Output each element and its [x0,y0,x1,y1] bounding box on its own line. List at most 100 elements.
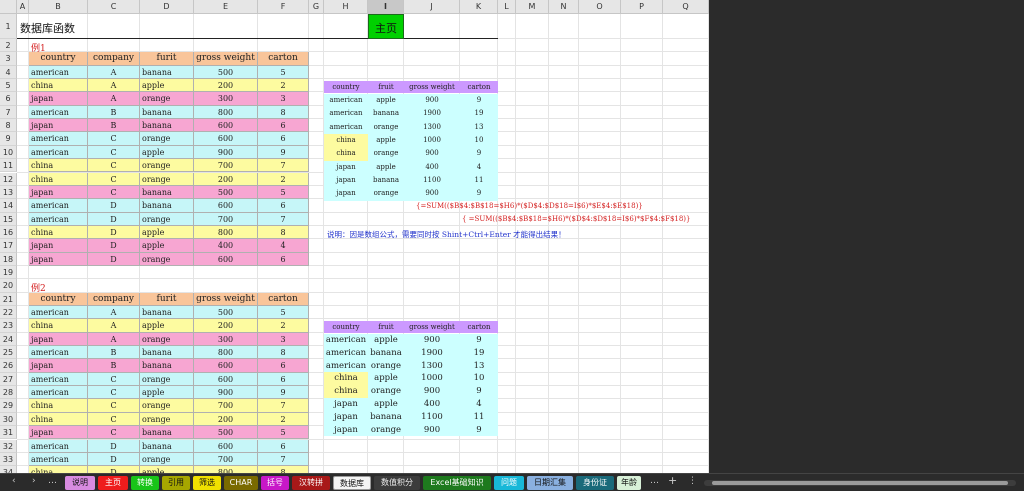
example1-cell[interactable]: japan [29,92,88,106]
example1-cell[interactable]: 3 [258,92,309,106]
summary2-cell[interactable]: 10 [460,372,498,386]
example2-cell[interactable]: 300 [194,332,258,347]
example2-cell[interactable]: 500 [194,426,258,440]
example2-cell[interactable]: D [88,439,140,453]
summary2-cell[interactable]: 400 [404,398,460,411]
example2-cell[interactable]: banana [140,306,194,320]
example1-cell[interactable]: 5 [258,185,309,200]
example1-cell[interactable]: 8 [258,105,309,120]
summary2-cell[interactable]: china [324,385,368,398]
example1-cell[interactable]: C [88,172,140,186]
summary1-cell[interactable]: 10 [460,134,498,148]
select-all-corner[interactable] [0,0,17,14]
summary2-cell[interactable]: 900 [404,385,460,398]
example1-cell[interactable]: japan [29,185,88,200]
example1-header-cell[interactable]: furit [140,52,194,66]
summary2-cell[interactable]: 1100 [404,410,460,424]
example1-cell[interactable]: 6 [258,119,309,133]
summary2-cell[interactable]: 9 [460,423,498,437]
example2-cell[interactable]: american [29,452,88,467]
row-header-10[interactable]: 10 [0,145,17,160]
summary2-header-cell[interactable]: fruit [368,321,404,333]
example1-cell[interactable]: orange [140,212,194,226]
example1-cell[interactable]: japan [29,119,88,133]
example2-header-cell[interactable]: furit [140,292,194,306]
summary2-cell[interactable]: american [324,334,368,347]
summary1-cell[interactable]: 1900 [404,107,460,121]
example2-cell[interactable]: 5 [258,306,309,320]
example2-cell[interactable]: 7 [258,399,309,413]
row-header-20[interactable]: 20 [0,279,17,293]
row-header-8[interactable]: 8 [0,119,17,133]
example2-header-cell[interactable]: gross weight [194,292,258,306]
summary1-cell[interactable]: american [324,107,368,121]
summary1-cell[interactable]: china [324,147,368,161]
example2-header-cell[interactable]: country [29,292,88,306]
next-sheet-icon[interactable]: › [32,476,36,486]
example2-cell[interactable]: 700 [194,452,258,467]
row-header-14[interactable]: 14 [0,199,17,213]
example2-cell[interactable]: american [29,372,88,387]
example1-cell[interactable]: american [29,105,88,120]
summary1-cell[interactable]: 900 [404,187,460,201]
example2-cell[interactable]: A [88,306,140,320]
row-header-7[interactable]: 7 [0,105,17,120]
summary1-header-cell[interactable]: fruit [368,81,404,93]
example1-header-cell[interactable]: gross weight [194,52,258,66]
column-header-q[interactable]: Q [663,0,709,14]
example1-cell[interactable]: 800 [194,105,258,120]
example2-cell[interactable]: 600 [194,372,258,387]
sheet-tab[interactable]: 年龄 [617,476,641,490]
example1-cell[interactable]: 700 [194,212,258,226]
example1-cell[interactable]: china [29,79,88,93]
summary1-cell[interactable]: 4 [460,160,498,175]
column-header-i[interactable]: I [368,0,404,14]
example1-cell[interactable]: apple [140,239,194,253]
summary2-cell[interactable]: apple [368,334,404,347]
example2-cell[interactable]: apple [140,319,194,333]
example2-cell[interactable]: 200 [194,319,258,333]
example2-cell[interactable]: apple [140,466,194,473]
example1-cell[interactable]: 500 [194,185,258,200]
summary2-cell[interactable]: 900 [404,334,460,347]
example2-cell[interactable]: C [88,386,140,400]
column-header-k[interactable]: K [460,0,498,14]
column-header-o[interactable]: O [579,0,621,14]
row-header-34[interactable]: 34 [0,466,17,473]
horizontal-scrollbar[interactable] [704,480,1016,486]
row-header-18[interactable]: 18 [0,252,17,266]
column-header-l[interactable]: L [498,0,516,14]
example2-cell[interactable]: american [29,346,88,360]
example1-cell[interactable]: 400 [194,239,258,253]
summary1-cell[interactable]: 1100 [404,174,460,188]
row-header-24[interactable]: 24 [0,332,17,347]
example2-cell[interactable]: 9 [258,386,309,400]
example2-cell[interactable]: 7 [258,452,309,467]
sheet-tab[interactable]: 主页 [98,476,128,490]
example1-cell[interactable]: A [88,92,140,106]
example2-cell[interactable]: banana [140,426,194,440]
example2-cell[interactable]: 600 [194,359,258,373]
column-header-c[interactable]: C [88,0,140,14]
example2-cell[interactable]: 8 [258,466,309,473]
example2-cell[interactable]: apple [140,386,194,400]
summary2-cell[interactable]: 9 [460,385,498,398]
example1-cell[interactable]: orange [140,172,194,186]
sheet-tab[interactable]: 汉转拼 [292,476,330,490]
example1-cell[interactable]: D [88,212,140,226]
example1-cell[interactable]: 600 [194,199,258,213]
sheet-tab[interactable]: 数值积分 [374,476,420,490]
example1-cell[interactable]: 4 [258,239,309,253]
example1-cell[interactable]: china [29,225,88,240]
example2-cell[interactable]: banana [140,346,194,360]
summary2-cell[interactable]: 900 [404,423,460,437]
row-header-28[interactable]: 28 [0,386,17,400]
example1-cell[interactable]: 700 [194,159,258,173]
summary1-cell[interactable]: banana [368,107,404,121]
example1-cell[interactable]: apple [140,79,194,93]
example1-cell[interactable]: american [29,212,88,226]
summary2-cell[interactable]: japan [324,410,368,424]
row-header-16[interactable]: 16 [0,225,17,240]
example1-cell[interactable]: china [29,172,88,186]
column-header-j[interactable]: J [404,0,460,14]
